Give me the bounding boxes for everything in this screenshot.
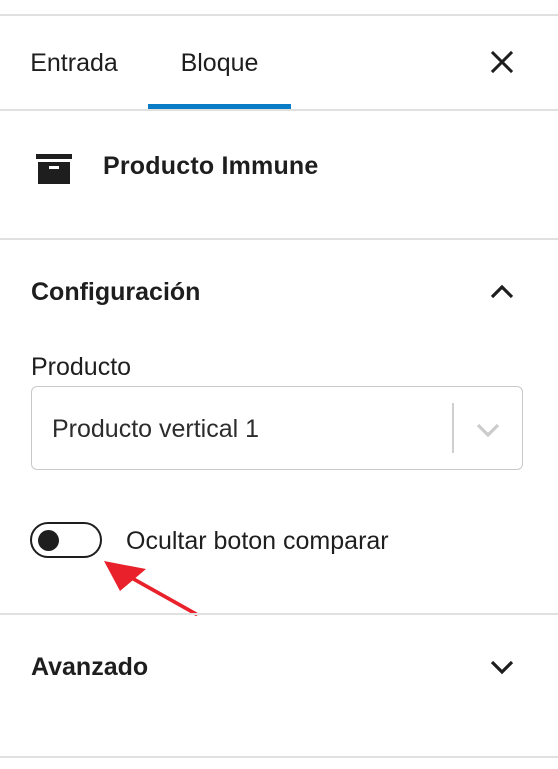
block-title: Producto Immune: [103, 152, 319, 180]
producto-select[interactable]: Producto vertical 1: [31, 386, 523, 470]
panel-avanzado-toggle[interactable]: Avanzado: [0, 630, 558, 700]
tab-bloque[interactable]: Bloque: [148, 16, 291, 110]
chevron-up-icon: [490, 284, 514, 299]
chevron-down-icon: [490, 660, 514, 675]
producto-select-value: Producto vertical 1: [52, 415, 260, 443]
archive-box-icon: [36, 154, 72, 184]
producto-label: Producto: [31, 353, 132, 381]
configuracion-divider: [0, 613, 558, 615]
sidebar-tabs: Entrada Bloque: [0, 16, 558, 110]
tab-entrada[interactable]: Entrada: [0, 16, 148, 110]
bottom-divider: [0, 756, 558, 758]
toggle-knob: [38, 530, 59, 551]
close-button[interactable]: [484, 44, 520, 80]
chevron-down-icon[interactable]: [472, 414, 504, 446]
block-card-divider: [0, 238, 558, 240]
select-separator: [452, 403, 454, 453]
tabs-divider: [0, 109, 558, 111]
panel-configuracion-title: Configuración: [31, 278, 201, 306]
ocultar-boton-comparar-label[interactable]: Ocultar boton comparar: [126, 527, 389, 556]
block-card: Producto Immune: [0, 112, 558, 238]
panel-configuracion-toggle[interactable]: Configuración: [0, 256, 558, 326]
panel-avanzado-title: Avanzado: [31, 653, 149, 681]
ocultar-boton-comparar-toggle[interactable]: [30, 522, 102, 558]
close-icon: [491, 51, 513, 73]
